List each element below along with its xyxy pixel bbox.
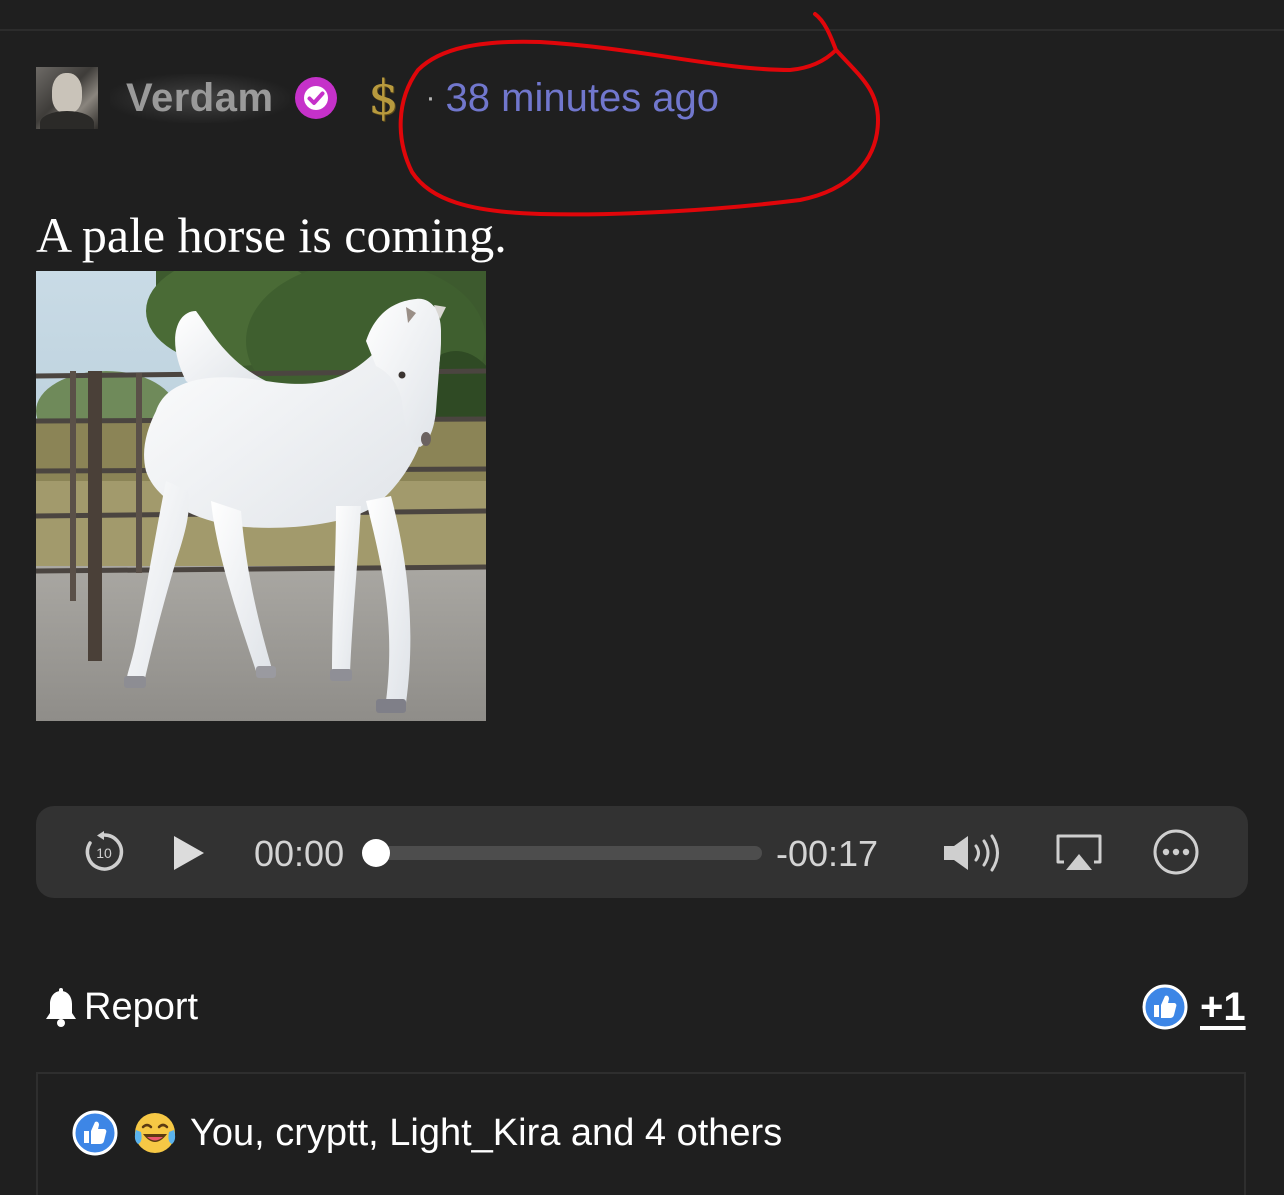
username: Verdam [126, 75, 274, 120]
bell-icon [46, 987, 76, 1027]
avatar-face [52, 73, 82, 113]
username-link[interactable]: Verdam [110, 73, 290, 123]
thumbs-up-icon [72, 1110, 118, 1156]
like-control[interactable]: +1 [1142, 984, 1246, 1030]
verified-badge-icon [294, 77, 337, 119]
top-divider [0, 29, 1284, 31]
play-icon[interactable] [170, 833, 208, 873]
current-time: 00:00 [254, 833, 345, 874]
progress-thumb[interactable] [362, 839, 390, 867]
horse-image[interactable] [36, 271, 486, 721]
volume-icon[interactable] [940, 832, 1010, 874]
rewind-seconds-label: 10 [96, 845, 112, 861]
audio-player: 10 00:00 -00:17 [36, 806, 1248, 898]
avatar[interactable] [36, 67, 98, 129]
post-page: Verdam $ · 38 minutes ago A pale horse i… [0, 0, 1284, 1195]
avatar-shoulders [40, 111, 94, 129]
laughing-crying-icon [134, 1113, 176, 1153]
reactions-panel: You, cryptt, Light_Kira and 4 others [36, 1072, 1246, 1195]
more-options-icon[interactable] [1152, 828, 1200, 876]
report-button[interactable]: Report [44, 986, 198, 1029]
reactions-text: You, cryptt, Light_Kira and 4 others [190, 1111, 783, 1154]
like-count[interactable]: +1 [1200, 985, 1246, 1030]
post-header: Verdam $ · 38 minutes ago [36, 66, 719, 130]
post-timestamp[interactable]: 38 minutes ago [446, 76, 720, 121]
report-label: Report [84, 986, 199, 1028]
thumbs-up-icon[interactable] [1142, 984, 1188, 1030]
rewind-10-icon[interactable]: 10 [82, 830, 126, 874]
separator-dot: · [425, 81, 436, 114]
dollar-icon: $ [368, 70, 399, 126]
reactions-summary[interactable]: You, cryptt, Light_Kira and 4 others [72, 1110, 782, 1156]
airplay-icon[interactable] [1054, 832, 1104, 874]
remaining-time: -00:17 [776, 833, 879, 874]
progress-bar[interactable] [362, 839, 762, 867]
post-text: A pale horse is coming. [36, 207, 507, 263]
